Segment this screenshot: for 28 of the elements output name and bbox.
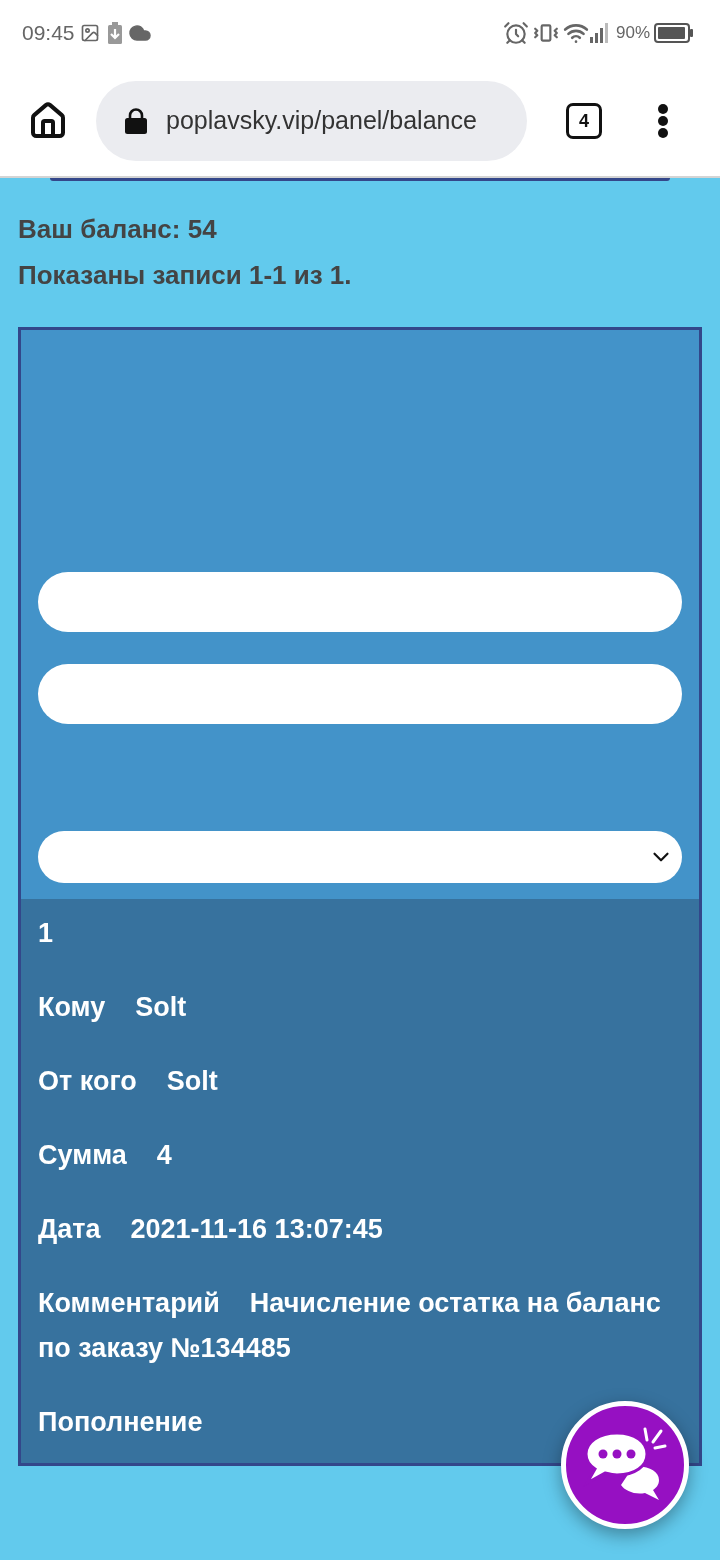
- tab-count-button[interactable]: 4: [566, 102, 602, 139]
- home-button[interactable]: [28, 100, 68, 141]
- more-vertical-icon: [658, 103, 668, 138]
- record-detail-text: Дата 2021-11-16 13:07:45: [38, 1213, 383, 1246]
- signal-icon: [589, 22, 610, 43]
- chat-button[interactable]: [561, 1401, 689, 1529]
- record-number: 1: [38, 917, 54, 950]
- alarm-clock-icon: [502, 19, 529, 46]
- battery-percent: 90%: [615, 24, 650, 41]
- record-detail-text: Сумма 4: [38, 1139, 172, 1172]
- record-detail-text: От кого Solt: [38, 1065, 218, 1098]
- text-input-field[interactable]: [38, 664, 682, 724]
- records-summary: Показаны записи 1-1 из 1.: [18, 259, 352, 292]
- record-type: Пополнение: [38, 1406, 203, 1439]
- text-input-field[interactable]: [38, 572, 682, 632]
- balance-text: Ваш баланс: 54: [18, 213, 217, 246]
- status-time: 09:45: [22, 22, 75, 43]
- record-detail-text: Комментарий Начисление остатка на баланс по заказу №134485: [38, 1287, 662, 1365]
- image-icon: [79, 22, 100, 43]
- select-field[interactable]: [38, 831, 682, 883]
- url-text: poplavsky.vip/panel/balance: [166, 104, 477, 136]
- home-icon: [28, 100, 68, 141]
- lock-icon: [125, 107, 147, 134]
- menu-button[interactable]: [657, 102, 669, 139]
- address-bar[interactable]: poplavsky.vip/panel/balance: [96, 80, 527, 161]
- record-detail-text: Кому Solt: [38, 991, 187, 1024]
- battery-download-icon: [107, 21, 122, 44]
- battery-icon: [654, 22, 694, 43]
